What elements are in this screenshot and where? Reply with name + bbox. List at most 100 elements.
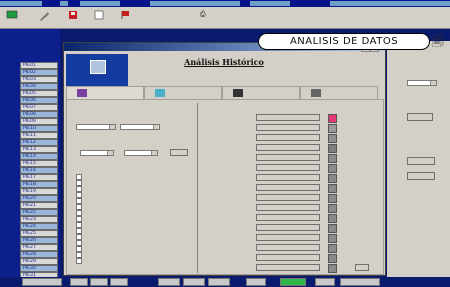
tab-0[interactable] [66,86,144,100]
variable-select-button[interactable] [256,194,320,201]
variable-select-button[interactable] [256,234,320,241]
variable-select-button[interactable] [256,254,320,261]
tag-row[interactable]: PIE18 [20,181,58,188]
color-swatch[interactable] [328,134,337,143]
variable-select-button[interactable] [256,244,320,251]
tag-row[interactable]: PIE12 [20,139,58,146]
tab-3[interactable] [300,86,378,100]
variable-select-button[interactable] [256,134,320,141]
tag-row[interactable]: PIE20 [20,195,58,202]
tag-row[interactable]: PIE27 [20,244,58,251]
variable-select-button[interactable] [256,124,320,131]
variable-select-button[interactable] [256,214,320,221]
variable-select-button[interactable] [256,114,320,121]
doc-icon[interactable] [94,10,112,28]
wrench-icon[interactable] [38,10,56,28]
tag-row[interactable]: PIE24 [20,223,58,230]
color-swatch[interactable] [328,124,337,133]
tag-row[interactable]: PIE08 [20,111,58,118]
color-swatch[interactable] [328,154,337,163]
color-swatch[interactable] [328,184,337,193]
color-swatch[interactable] [328,264,337,273]
color-swatch[interactable] [328,244,337,253]
toolbar-text [330,10,390,16]
right-panel-combo[interactable] [407,80,437,86]
tag-row[interactable]: PIE21 [20,202,58,209]
variable-select-button[interactable] [256,154,320,161]
right-panel-button[interactable] [407,172,435,180]
color-swatch[interactable] [328,144,337,153]
right-panel-button[interactable] [407,113,433,121]
color-swatch[interactable] [328,114,337,123]
tag-row[interactable]: PIE10 [20,125,58,132]
variable-select-button[interactable] [256,264,320,271]
logo-box [66,54,128,86]
tag-row[interactable]: PIE16 [20,167,58,174]
tab-icon [311,89,321,97]
chart-icon [90,60,106,74]
tag-row[interactable]: PIE01 [20,62,58,69]
variable-select-button[interactable] [256,144,320,151]
tag-row[interactable]: PIE28 [20,251,58,258]
tag-row[interactable]: PIE13 [20,146,58,153]
to-date-combo[interactable] [120,124,160,130]
tag-row[interactable]: PIE07 [20,104,58,111]
tag-row[interactable]: PIE14 [20,153,58,160]
color-swatch[interactable] [328,224,337,233]
accept-button[interactable] [170,149,188,156]
tab-icon [155,89,165,97]
bottom-cell [208,278,230,286]
tag-row[interactable]: PIE03 [20,76,58,83]
print-icon[interactable]: ⎙ [200,10,208,18]
bottom-cell [315,278,335,286]
color-swatch[interactable] [328,204,337,213]
variable-select-button[interactable] [256,164,320,171]
bottom-cell [340,278,380,286]
tab-2[interactable] [222,86,300,100]
tag-row[interactable]: PIE30 [20,265,58,272]
variable-select-button[interactable] [256,224,320,231]
tag-row[interactable]: PIE06 [20,97,58,104]
ok-button[interactable] [355,264,369,271]
from-date-combo[interactable] [76,124,116,130]
tab-icon [233,89,243,97]
variable-label [203,264,251,271]
tag-row[interactable]: PIE11 [20,132,58,139]
start-hour-combo[interactable] [80,150,114,156]
bottom-cell [22,278,62,286]
checkbox-box[interactable] [76,258,82,264]
series-checkbox[interactable] [76,258,84,264]
tag-row[interactable]: PIE19 [20,188,58,195]
tag-list: PIE01 PIE02 PIE03 PIE04 PIE05 PIE06 PIE07 PIE08… [20,62,58,282]
end-hour-combo[interactable] [124,150,158,156]
color-swatch[interactable] [328,174,337,183]
tag-row[interactable]: PIE17 [20,174,58,181]
variable-select-button[interactable] [256,184,320,191]
variable-select-button[interactable] [256,204,320,211]
right-panel-button[interactable] [407,157,435,165]
flag-icon[interactable] [120,10,138,28]
variable-label [203,214,251,221]
tag-row[interactable]: PIE15 [20,160,58,167]
color-swatch[interactable] [328,234,337,243]
color-swatch[interactable] [328,164,337,173]
green-monitor-icon[interactable] [6,10,24,28]
tag-row[interactable]: PIE23 [20,216,58,223]
disk-icon[interactable] [68,10,86,28]
color-swatch[interactable] [328,214,337,223]
variable-label [203,234,251,241]
tag-row[interactable]: PIE04 [20,83,58,90]
variable-label [203,184,251,191]
tag-row[interactable]: PIE02 [20,69,58,76]
bottom-status-bar [0,277,450,287]
tag-row[interactable]: PIE29 [20,258,58,265]
color-swatch[interactable] [328,254,337,263]
tag-row[interactable]: PIE09 [20,118,58,125]
tag-row[interactable]: PIE26 [20,237,58,244]
tag-row[interactable]: PIE25 [20,230,58,237]
variable-select-button[interactable] [256,174,320,181]
tag-row[interactable]: PIE05 [20,90,58,97]
tag-row[interactable]: PIE22 [20,209,58,216]
color-swatch[interactable] [328,194,337,203]
tab-1[interactable] [144,86,222,100]
